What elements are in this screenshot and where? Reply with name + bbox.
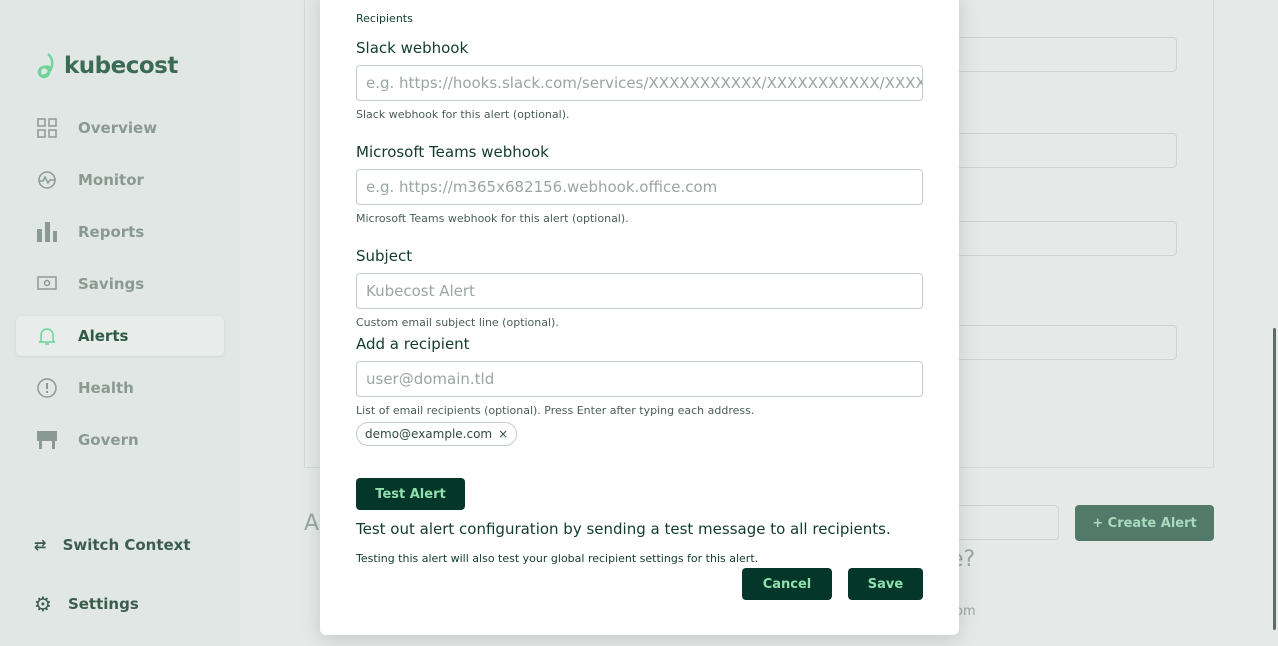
money-icon: [36, 273, 58, 295]
sidebar-item-label: Govern: [78, 431, 139, 449]
sidebar-item-health[interactable]: Health: [16, 368, 224, 408]
pulse-icon: [36, 169, 58, 191]
brand-name: kubecost: [64, 53, 178, 79]
recipient-chip: demo@example.com ×: [356, 422, 518, 446]
sidebar-item-monitor[interactable]: Monitor: [16, 160, 224, 200]
sidebar-item-label: Health: [78, 379, 134, 397]
recipient-chip-label: demo@example.com: [365, 427, 493, 441]
bar-chart-icon: [36, 221, 58, 243]
kubecost-logo[interactable]: kubecost: [36, 52, 178, 80]
sidebar-item-label: Monitor: [78, 171, 144, 189]
subject-input[interactable]: Kubecost Alert: [356, 273, 923, 309]
bell-icon: [36, 325, 58, 347]
background-input: [940, 221, 1177, 256]
teams-webhook-help: Microsoft Teams webhook for this alert (…: [356, 212, 629, 225]
govern-icon: [36, 429, 58, 451]
grid-icon: [36, 117, 58, 139]
settings-label: Settings: [67, 595, 139, 613]
gear-icon: ⚙: [34, 592, 52, 616]
cancel-button[interactable]: Cancel: [742, 568, 832, 600]
test-alert-button[interactable]: Test Alert: [356, 478, 465, 510]
test-description: Test out alert configuration by sending …: [356, 520, 891, 538]
sidebar-item-reports[interactable]: Reports: [16, 212, 224, 252]
sidebar-item-label: Alerts: [78, 327, 129, 345]
sidebar-item-savings[interactable]: Savings: [16, 264, 224, 304]
slack-webhook-input[interactable]: e.g. https://hooks.slack.com/services/XX…: [356, 65, 923, 101]
background-input: [940, 133, 1177, 168]
sidebar: kubecost Overview Monitor Reports Saving…: [0, 0, 240, 646]
scrollbar[interactable]: [1273, 328, 1276, 630]
teams-webhook-label: Microsoft Teams webhook: [356, 143, 549, 161]
recipients-heading: Recipients: [356, 12, 413, 25]
recipient-help: List of email recipients (optional). Pre…: [356, 404, 755, 417]
switch-context-button[interactable]: ⇄ Switch Context: [34, 536, 191, 554]
switch-context-label: Switch Context: [62, 536, 191, 554]
sidebar-item-label: Overview: [78, 119, 158, 137]
alert-modal: Recipients Slack webhook e.g. https://ho…: [320, 0, 959, 635]
sidebar-item-govern[interactable]: Govern: [16, 420, 224, 460]
sidebar-item-label: Savings: [78, 275, 145, 293]
recipient-input[interactable]: user@domain.tld: [356, 361, 923, 397]
close-icon[interactable]: ×: [498, 427, 508, 441]
background-heading-fragment: A: [304, 511, 320, 536]
kubecost-logo-icon: [37, 53, 54, 79]
slack-webhook-label: Slack webhook: [356, 39, 469, 57]
background-input: [940, 325, 1177, 360]
save-button[interactable]: Save: [848, 568, 923, 600]
test-note: Testing this alert will also test your g…: [356, 552, 759, 565]
sidebar-item-label: Reports: [78, 223, 145, 241]
settings-button[interactable]: ⚙ Settings: [34, 592, 139, 616]
subject-help: Custom email subject line (optional).: [356, 316, 559, 329]
swap-icon: ⇄: [34, 536, 47, 554]
teams-webhook-input[interactable]: e.g. https://m365x682156.webhook.office.…: [356, 169, 923, 205]
subject-label: Subject: [356, 247, 413, 265]
sidebar-item-alerts[interactable]: Alerts: [16, 316, 224, 356]
sidebar-item-overview[interactable]: Overview: [16, 108, 224, 148]
slack-webhook-help: Slack webhook for this alert (optional).: [356, 108, 570, 121]
background-input: [940, 37, 1177, 72]
create-alert-button[interactable]: + Create Alert: [1075, 505, 1214, 541]
alert-circle-icon: [36, 377, 58, 399]
add-recipient-label: Add a recipient: [356, 335, 470, 353]
